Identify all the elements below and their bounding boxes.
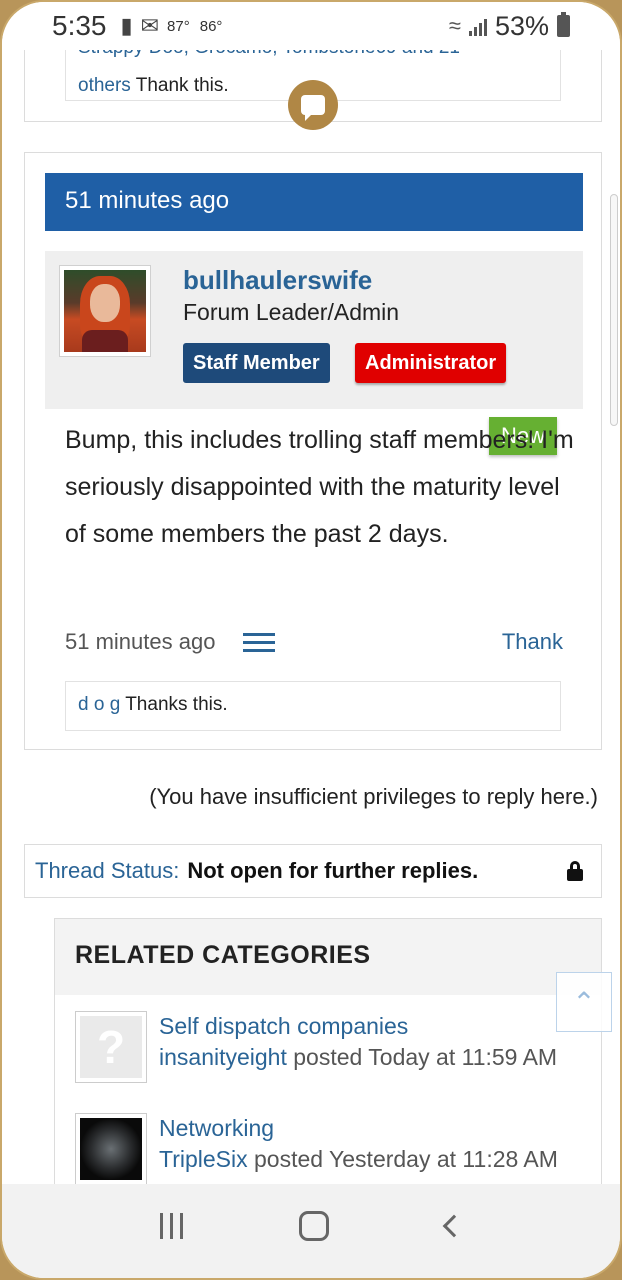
home-icon[interactable] — [299, 1211, 330, 1241]
wifi-icon: ≈ — [448, 13, 461, 38]
related-categories: RELATED CATEGORIES ? Self dispatch compa… — [54, 918, 602, 1192]
thank-button[interactable]: Thank — [502, 629, 563, 655]
related-thumbnail[interactable] — [75, 1113, 147, 1185]
scroll-to-top-button[interactable]: ⌃ — [556, 972, 612, 1032]
post-body-content: Bump, this includes trolling staff membe… — [65, 426, 574, 548]
related-title-link[interactable]: Networking — [159, 1113, 579, 1144]
administrator-badge: Administrator — [355, 343, 507, 383]
post-likes: d o g Thanks this. — [65, 681, 561, 731]
post-date-header: 51 minutes ago — [45, 173, 583, 231]
back-icon[interactable] — [442, 1214, 466, 1238]
likes-user-link[interactable]: d o g — [78, 694, 120, 715]
related-posted: posted Today at 11:59 AM — [286, 1044, 558, 1070]
post-body-text: Bump, this includes trolling staff membe… — [65, 417, 575, 558]
post-timestamp[interactable]: 51 minutes ago — [65, 629, 215, 655]
author-title: Forum Leader/Admin — [183, 299, 400, 325]
likes-others-link[interactable]: others — [78, 75, 131, 96]
staff-member-badge: Staff Member — [183, 343, 330, 383]
mail-icon: ✉ — [140, 13, 160, 38]
status-time: 5:35 — [52, 10, 107, 41]
battery-icon — [557, 12, 570, 37]
avatar[interactable] — [59, 265, 151, 357]
post-card: 51 minutes ago bullhaulerswife Forum Lea… — [24, 152, 602, 750]
likes-suffix: Thank this. — [130, 75, 229, 96]
thread-status-bar: Thread Status: Not open for further repl… — [24, 844, 602, 898]
reply-privileges-notice: (You have insufficient privileges to rep… — [149, 784, 598, 809]
author-name-link[interactable]: bullhaulerswife — [183, 265, 372, 296]
system-nav-bar — [2, 1184, 620, 1278]
related-posted: posted Yesterday at 11:28 AM — [247, 1146, 558, 1172]
scrollbar[interactable] — [610, 194, 618, 426]
related-user-link[interactable]: insanityeight — [159, 1044, 287, 1070]
battery-percent: 53% — [494, 10, 549, 41]
temp-2: 86° — [199, 17, 223, 35]
lock-icon — [567, 861, 583, 881]
thread-status-label: Thread Status: — [35, 858, 180, 883]
signal-icon — [468, 16, 487, 36]
likes-line: others Thank this. — [78, 72, 229, 100]
related-title-link[interactable]: Self dispatch companies — [159, 1011, 579, 1042]
related-user-link[interactable]: TripleSix — [159, 1146, 248, 1172]
menu-icon[interactable] — [243, 632, 276, 652]
thread-status-value: Not open for further replies. — [187, 858, 479, 883]
message-icon: ▮ — [120, 13, 133, 38]
chat-bubble-icon[interactable] — [288, 80, 338, 130]
chevron-up-icon: ⌃ — [572, 986, 596, 1018]
status-bar: 5:35 ▮ ✉ 87° 86° ≈ 53% — [2, 2, 620, 50]
related-thumbnail[interactable]: ? — [75, 1011, 147, 1083]
post-meta: 51 minutes ago Thank — [65, 625, 563, 659]
page-content: Strappy Doo, Grocamo, Tombstone69 and 21… — [2, 2, 620, 1192]
likes-suffix: Thanks this. — [120, 694, 228, 715]
author-box: bullhaulerswife Forum Leader/Admin Staff… — [45, 251, 583, 409]
recent-apps-icon[interactable] — [160, 1213, 184, 1239]
related-heading: RELATED CATEGORIES — [55, 919, 601, 995]
temp-1: 87° — [167, 17, 190, 35]
phone-screen: Strappy Doo, Grocamo, Tombstone69 and 21… — [0, 0, 622, 1280]
